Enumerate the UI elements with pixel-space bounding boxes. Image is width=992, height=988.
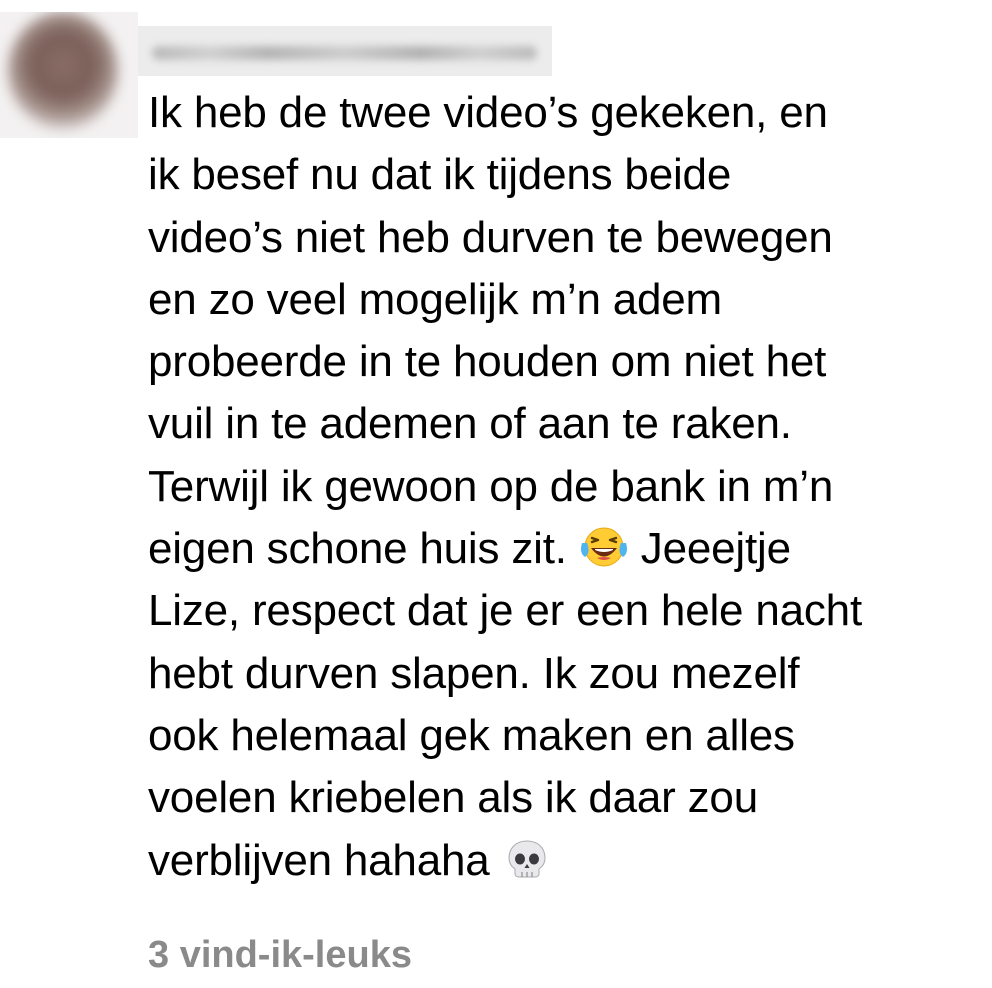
comment-text: Ik heb de twee video’s gekeken, en ik be… xyxy=(148,82,988,892)
username-blur-mask xyxy=(152,46,537,60)
laughing-tears-emoji-icon xyxy=(580,527,627,567)
skull-emoji-icon xyxy=(508,840,546,878)
comment-text-part2: Jeeejtje Lize, respect dat je er een hel… xyxy=(148,524,862,885)
likes-count[interactable]: 3 vind-ik-leuks xyxy=(148,930,412,980)
comment-text-part1: Ik heb de twee video’s gekeken, en ik be… xyxy=(148,88,834,574)
avatar[interactable] xyxy=(0,12,138,138)
avatar-image xyxy=(8,12,118,130)
username-blurred[interactable] xyxy=(138,26,552,76)
